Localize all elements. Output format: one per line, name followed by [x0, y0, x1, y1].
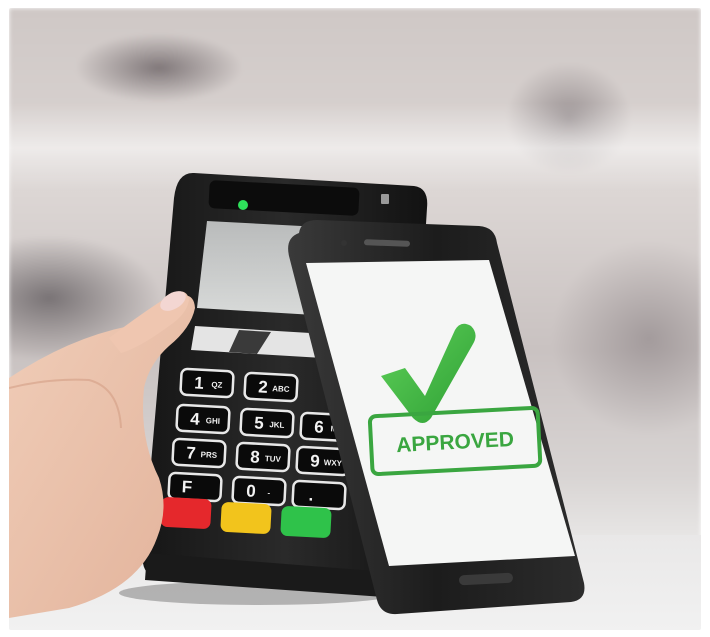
keypad-key-letters: WXY	[324, 458, 343, 468]
keypad-key-cap[interactable]	[235, 441, 291, 473]
keypad-key-digit: 8	[250, 447, 260, 466]
enter-key[interactable]	[280, 506, 332, 539]
keypad-key-letters: TUV	[265, 454, 282, 464]
keypad-key-digit: 0	[246, 481, 256, 500]
keypad-key-digit: 5	[254, 413, 264, 432]
keypad-key[interactable]: F	[167, 471, 223, 503]
keypad-key-digit: 6	[314, 417, 324, 436]
keypad-key[interactable]: .	[291, 479, 347, 511]
keypad-key-letters: JKL	[269, 420, 285, 430]
keypad-key-digit: 7	[186, 443, 196, 462]
keypad-key-digit: 4	[190, 409, 201, 428]
payment-illustration: 1QZ2ABC4GHI5JKL6MN7PRS8TUV9WXYF0-.	[9, 172, 585, 618]
keypad-key-cap[interactable]	[239, 407, 295, 439]
keypad-key-digit: F	[181, 477, 192, 497]
clear-key[interactable]	[220, 502, 272, 535]
keypad-key[interactable]: 1 QZ	[179, 367, 235, 399]
keypad-key-digit: 2	[258, 377, 268, 396]
keypad-key-cap[interactable]	[179, 367, 235, 399]
status-led-icon	[238, 200, 248, 210]
keypad-key-letters: QZ	[211, 380, 223, 390]
keypad-key[interactable]: 7 PRS	[171, 437, 227, 469]
keypad-key-letters: GHI	[206, 416, 221, 426]
keypad-key-cap[interactable]	[175, 403, 231, 435]
keypad-key[interactable]: 5 JKL	[239, 407, 295, 439]
keypad-key-digit: 9	[310, 451, 320, 470]
keypad-key[interactable]: 0-	[231, 475, 287, 507]
front-camera-icon	[341, 240, 347, 246]
keypad-key-cap[interactable]	[167, 471, 223, 503]
usb-port-icon	[381, 194, 389, 204]
keypad-key-cap[interactable]	[231, 475, 287, 507]
keypad-key-digit: .	[308, 485, 314, 504]
keypad-key-cap[interactable]	[291, 479, 347, 511]
keypad-key[interactable]: 4 GHI	[175, 403, 231, 435]
keypad-key-cap[interactable]	[171, 437, 227, 469]
keypad-key-letters: ABC	[272, 384, 290, 394]
keypad-key-letters: PRS	[200, 450, 218, 460]
keypad-key-digit: 1	[194, 373, 204, 392]
photo-scene: 1QZ2ABC4GHI5JKL6MN7PRS8TUV9WXYF0-.	[9, 8, 701, 630]
cancel-key[interactable]	[160, 497, 212, 530]
keypad-key[interactable]: 8 TUV	[235, 441, 291, 473]
keypad-key[interactable]: 2 ABC	[243, 371, 299, 403]
